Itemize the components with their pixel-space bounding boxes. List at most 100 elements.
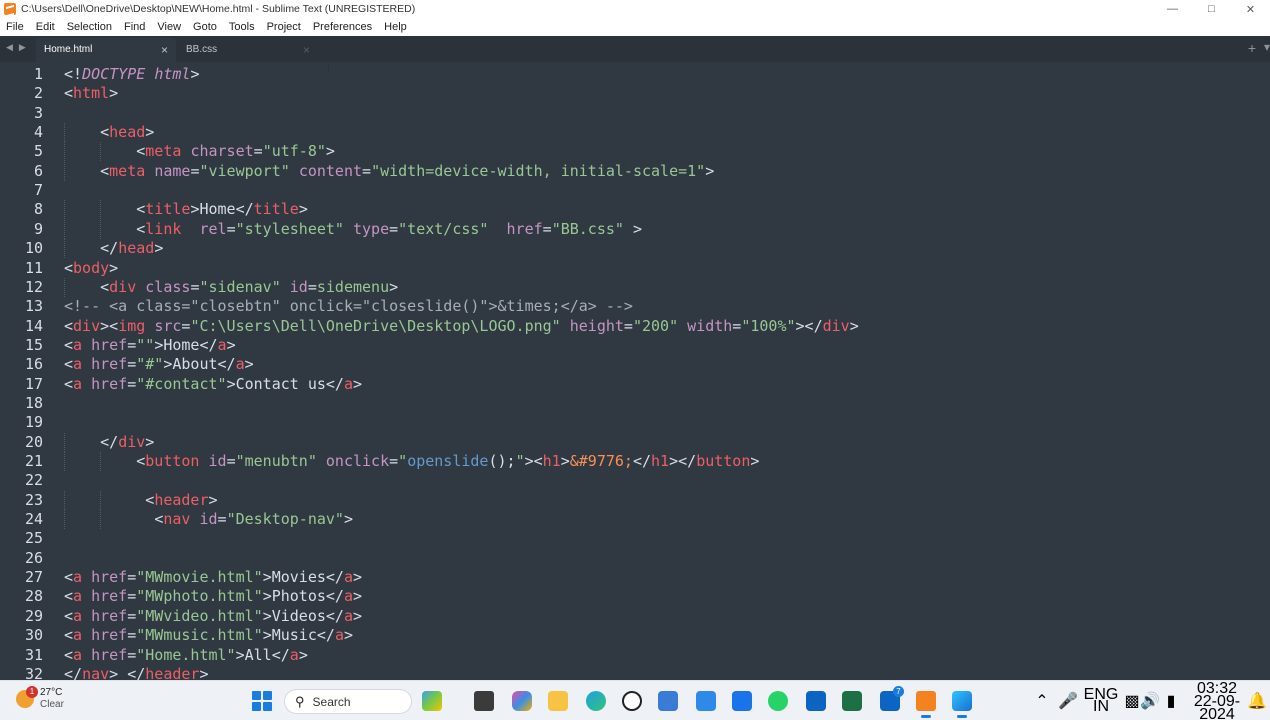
- excel-icon[interactable]: [842, 691, 862, 711]
- tab-list-icon[interactable]: ▾: [1264, 40, 1270, 54]
- microphone-icon[interactable]: 🎤: [1058, 681, 1078, 720]
- line-number: 16: [24, 355, 43, 374]
- maximize-button[interactable]: □: [1192, 0, 1231, 18]
- wifi-icon[interactable]: ▩: [1124, 681, 1140, 720]
- code-line[interactable]: 6 <meta name="viewport" content="width=d…: [0, 161, 1270, 181]
- folder-icon[interactable]: [548, 691, 568, 711]
- line-text: <a href="#">About</a>: [64, 355, 254, 374]
- line-number: 19: [24, 413, 43, 432]
- code-line[interactable]: 3: [0, 104, 1270, 123]
- language-indicator[interactable]: ENG IN: [1084, 681, 1119, 720]
- menu-find[interactable]: Find: [118, 18, 151, 36]
- code-line[interactable]: 20 </div>: [0, 432, 1270, 452]
- clock[interactable]: 03:32 22-09-2024: [1188, 680, 1246, 720]
- code-line[interactable]: 21 <button id="menubtn" onclick="opensli…: [0, 452, 1270, 471]
- code-line[interactable]: 13 <!-- <a class="closebtn" onclick="clos…: [0, 297, 1270, 316]
- code-line[interactable]: 5 <meta charset="utf-8">: [0, 142, 1270, 162]
- menu-selection[interactable]: Selection: [61, 18, 118, 36]
- tab-home-html[interactable]: Home.html ×: [36, 38, 176, 62]
- code-line[interactable]: 2 <html>: [0, 84, 1270, 103]
- code-line[interactable]: 17 <a href="#contact">Contact us</a>: [0, 375, 1270, 394]
- code-line[interactable]: 7: [0, 181, 1270, 200]
- tab-close-icon[interactable]: ×: [303, 38, 310, 62]
- line-number: 22: [24, 471, 43, 490]
- code-line[interactable]: 12 <div class="sidenav" id=sidemenu>: [0, 277, 1270, 297]
- menu-edit[interactable]: Edit: [30, 18, 61, 36]
- menu-goto[interactable]: Goto: [187, 18, 223, 36]
- code-line[interactable]: 22: [0, 471, 1270, 490]
- code-line[interactable]: 24 <nav id="Desktop-nav">: [0, 510, 1270, 530]
- copilot-icon[interactable]: [512, 691, 532, 711]
- code-line[interactable]: 1 <!DOCTYPE html>: [0, 65, 1270, 84]
- line-number: 18: [24, 393, 43, 412]
- menu-project[interactable]: Project: [261, 18, 307, 36]
- code-line[interactable]: 8 <title>Home</title>: [0, 200, 1270, 220]
- code-line[interactable]: 28 <a href="MWphoto.html">Photos</a>: [0, 587, 1270, 606]
- code-line[interactable]: 9 <link rel="stylesheet" type="text/css"…: [0, 219, 1270, 239]
- code-line[interactable]: 11 <body>: [0, 259, 1270, 278]
- notification-bell-icon[interactable]: 🔔: [1247, 681, 1267, 720]
- code-line[interactable]: 23 <header>: [0, 490, 1270, 510]
- code-line[interactable]: 26: [0, 549, 1270, 568]
- menu-help[interactable]: Help: [378, 18, 413, 36]
- whatsapp-icon[interactable]: [768, 691, 788, 711]
- snipping-tool-icon[interactable]: [952, 691, 972, 711]
- code-line[interactable]: 25: [0, 529, 1270, 548]
- minimize-button[interactable]: —: [1153, 0, 1192, 18]
- code-line[interactable]: 18: [0, 394, 1270, 413]
- tab-next-icon[interactable]: ▶: [19, 42, 26, 53]
- code-line[interactable]: 30 <a href="MWmusic.html">Music</a>: [0, 626, 1270, 645]
- code-line[interactable]: 27 <a href="MWmovie.html">Movies</a>: [0, 568, 1270, 587]
- line-number: 3: [33, 103, 43, 122]
- sublime-icon[interactable]: [916, 691, 936, 711]
- menu-file[interactable]: File: [0, 18, 30, 36]
- notepad-icon[interactable]: [696, 691, 716, 711]
- edge-icon[interactable]: [586, 691, 606, 711]
- linkedin-icon[interactable]: 7: [880, 686, 904, 711]
- line-text: <meta charset="utf-8">: [136, 142, 335, 161]
- line-number: 30: [24, 626, 43, 645]
- line-number: 28: [24, 587, 43, 606]
- battery-icon[interactable]: ▮: [1162, 681, 1180, 720]
- code-line[interactable]: 16 <a href="#">About</a>: [0, 355, 1270, 374]
- code-line[interactable]: 31 <a href="Home.html">All</a>: [0, 646, 1270, 665]
- mail-icon[interactable]: [732, 691, 752, 711]
- line-number: 8: [33, 200, 43, 219]
- line-text: <a href="MWphoto.html">Photos</a>: [64, 587, 363, 606]
- code-line[interactable]: 15 <a href="">Home</a>: [0, 336, 1270, 355]
- code-line[interactable]: 4 <head>: [0, 123, 1270, 143]
- tab-prev-icon[interactable]: ◀: [6, 42, 13, 53]
- tab-nav-arrows: ◀ ▶: [6, 42, 26, 53]
- menu-view[interactable]: View: [151, 18, 187, 36]
- store-icon[interactable]: [658, 691, 678, 711]
- code-line[interactable]: 32 </nav> </header>: [0, 665, 1270, 680]
- line-text: <!DOCTYPE html>: [64, 65, 200, 83]
- tab-close-icon[interactable]: ×: [161, 38, 168, 62]
- close-button[interactable]: ✕: [1231, 0, 1270, 18]
- dell-icon[interactable]: [622, 691, 642, 711]
- file-explorer-icon[interactable]: [474, 691, 494, 711]
- code-line[interactable]: 10 </head>: [0, 239, 1270, 259]
- line-number: 9: [33, 219, 43, 238]
- line-text: <title>Home</title>: [136, 200, 308, 219]
- code-line[interactable]: 29 <a href="MWvideo.html">Videos</a>: [0, 607, 1270, 626]
- new-tab-icon[interactable]: +: [1248, 40, 1256, 56]
- menu-preferences[interactable]: Preferences: [307, 18, 378, 36]
- code-line[interactable]: 19: [0, 413, 1270, 432]
- outlook-icon[interactable]: [806, 691, 826, 711]
- line-text: <div class="sidenav" id=sidemenu>: [100, 277, 399, 296]
- tab-bb-css[interactable]: BB.css ×: [178, 38, 318, 62]
- edge-copilot-icon[interactable]: [422, 691, 442, 711]
- start-button[interactable]: [252, 691, 272, 711]
- line-number: 24: [24, 510, 43, 529]
- code-line[interactable]: 14 <div><img src="C:\Users\Dell\OneDrive\…: [0, 317, 1270, 336]
- line-text: <button id="menubtn" onclick="openslide(…: [136, 452, 760, 470]
- weather-widget[interactable]: 1 27°C Clear: [16, 686, 64, 711]
- menu-tools[interactable]: Tools: [223, 18, 261, 36]
- line-text: <head>: [100, 123, 155, 142]
- volume-icon[interactable]: 🔊: [1140, 681, 1160, 720]
- taskbar-search[interactable]: ⚲ Search: [284, 689, 412, 714]
- tray-overflow-icon[interactable]: ⌃: [1034, 681, 1050, 720]
- code-editor[interactable]: 1 <!DOCTYPE html> 2 <html> 3 4 <head> 5 <meta …: [0, 62, 1270, 680]
- sublime-app-icon: [4, 3, 16, 15]
